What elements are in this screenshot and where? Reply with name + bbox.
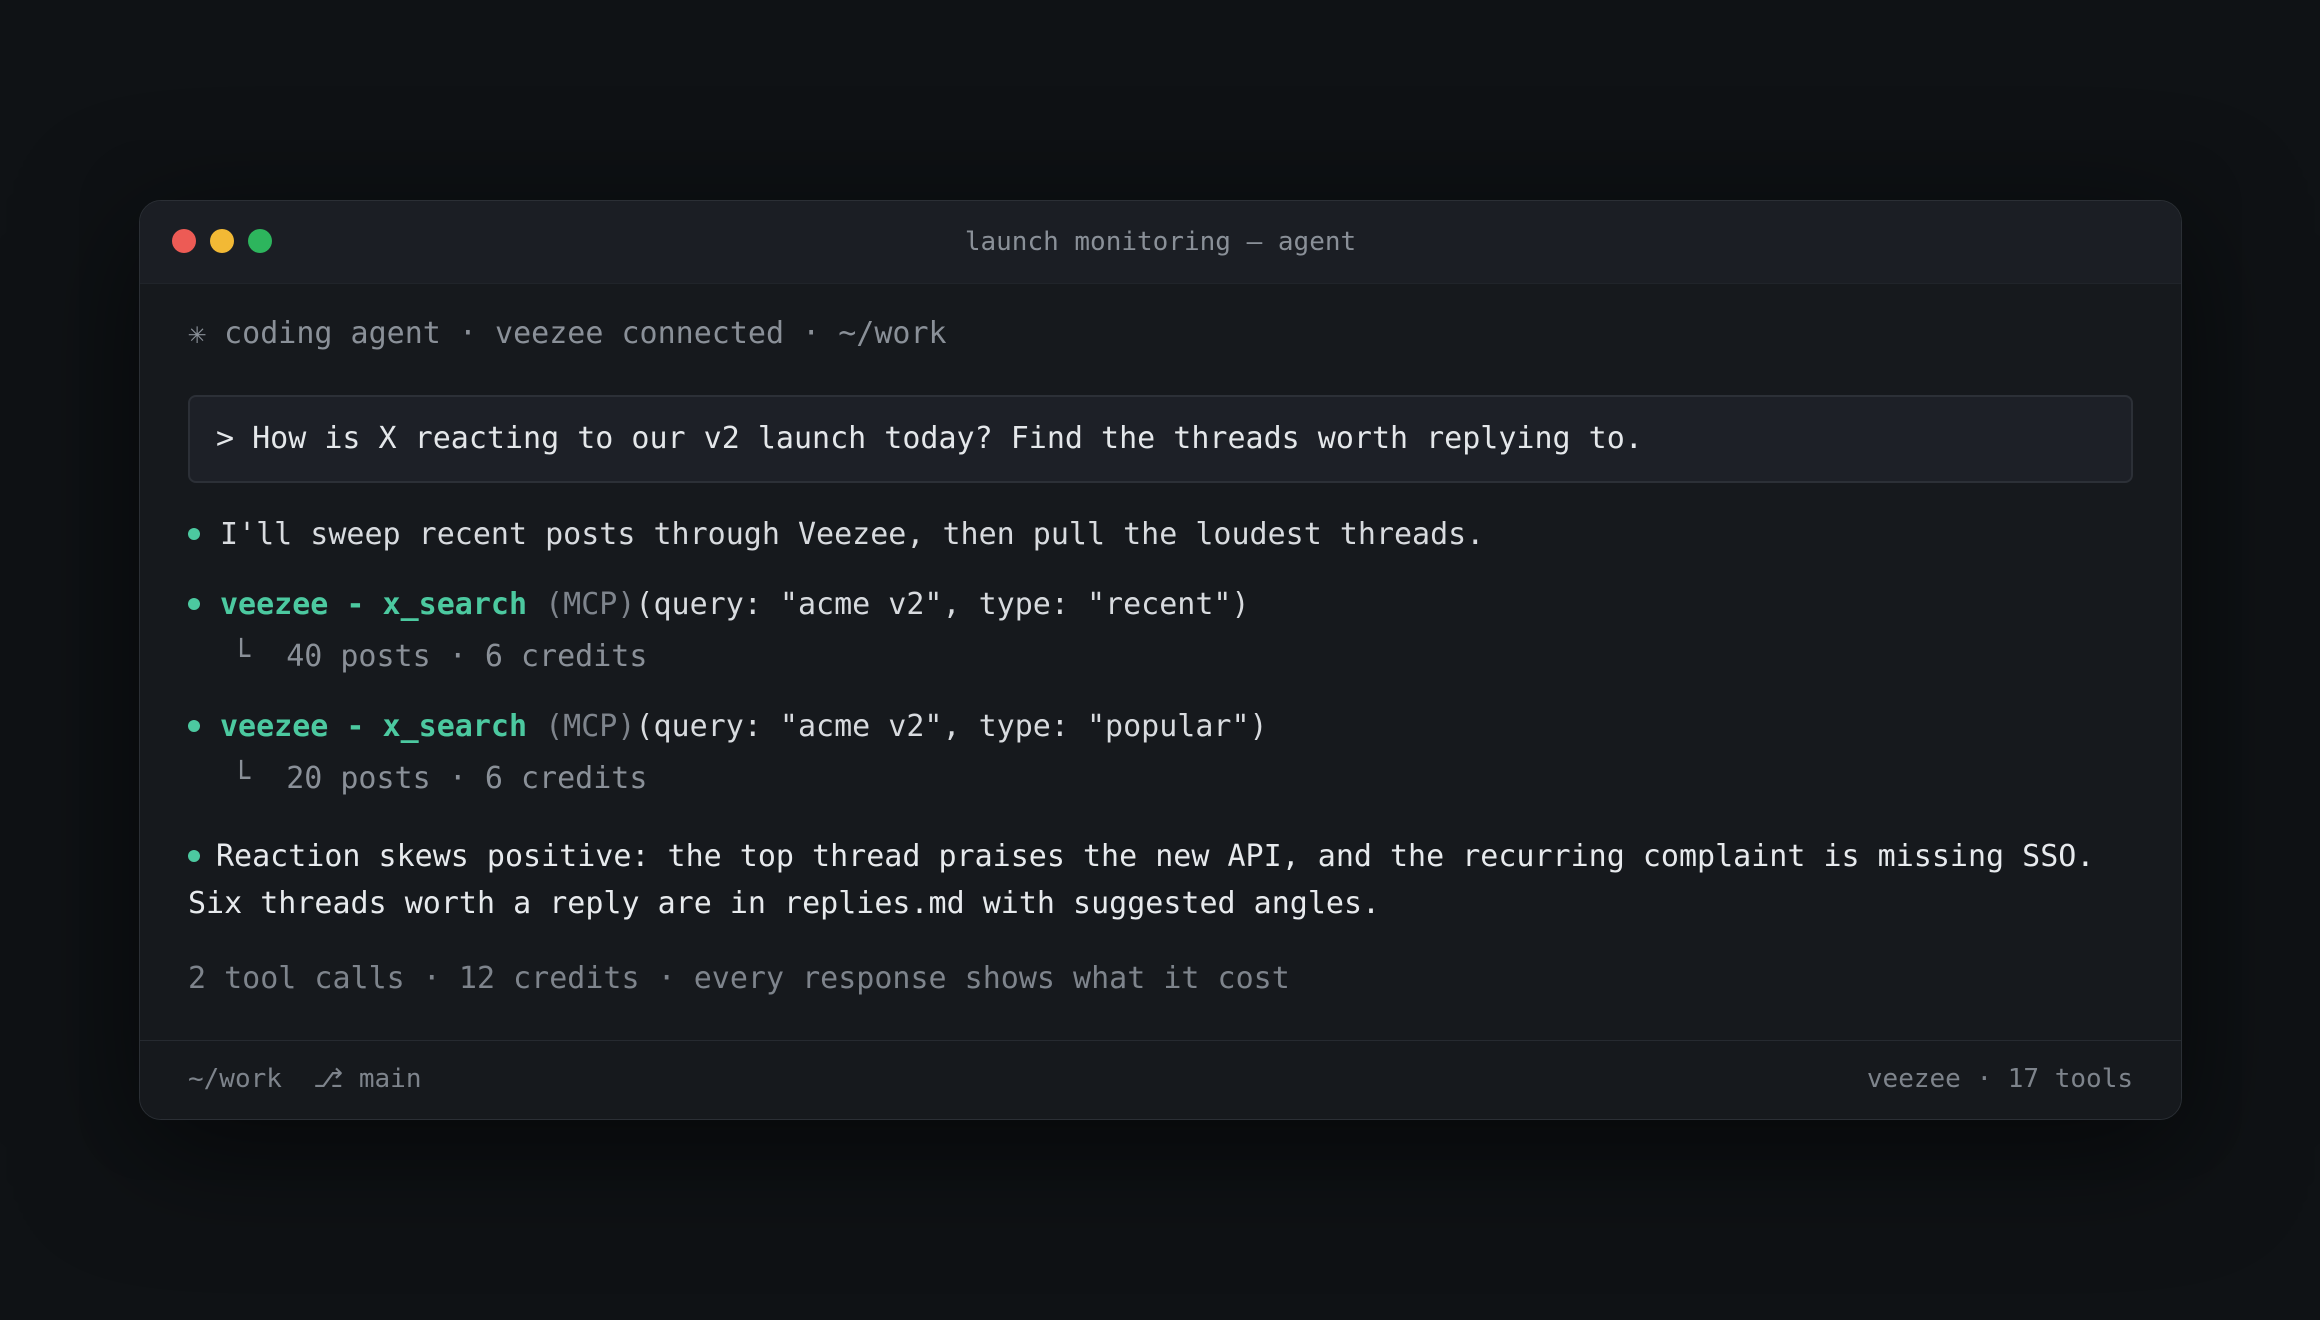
tool-result-text: 40 posts · 6 credits [286, 639, 648, 674]
cost-summary: 2 tool calls · 12 credits · every respon… [188, 961, 1290, 996]
agent-message: I'll sweep recent posts through Veezee, … [188, 515, 1484, 555]
tool-source: (MCP) [545, 709, 636, 744]
status-bar: ~/work ⎇ main veezee · 17 tools [140, 1040, 2181, 1119]
branch-label: main [358, 1064, 422, 1094]
tool-result: └ 40 posts · 6 credits [232, 637, 647, 677]
summary-line-1: Reaction skews positive: the top thread … [216, 839, 2095, 874]
agent-summary: Reaction skews positive: the top thread … [188, 837, 2094, 877]
tool-result: └ 20 posts · 6 credits [232, 759, 647, 799]
prompt-text: > How is X reacting to our v2 launch tod… [216, 421, 1643, 456]
branch-icon: ⎇ [313, 1064, 344, 1094]
tool-name: veezee - x_search [220, 709, 528, 744]
bullet-icon [188, 597, 200, 610]
tool-call: veezee - x_search (MCP)(query: "acme v2"… [188, 707, 1268, 747]
title-bar: launch monitoring — agent [140, 201, 2181, 284]
tool-source: (MCP) [545, 587, 636, 622]
tool-name: veezee - x_search [220, 587, 528, 622]
tool-args: (query: "acme v2", type: "recent") [635, 587, 1250, 622]
terminal-window: launch monitoring — agent ✳ coding agent… [139, 200, 2182, 1120]
tool-result-text: 20 posts · 6 credits [286, 761, 648, 796]
summary-line-2: Six threads worth a reply are in replies… [188, 886, 1381, 921]
session-header: ✳ coding agent · veezee connected · ~/wo… [188, 316, 947, 351]
status-right: veezee · 17 tools [1866, 1064, 2133, 1094]
cwd-label: ~/work [188, 1064, 282, 1094]
status-left: ~/work ⎇ main [188, 1061, 421, 1097]
user-prompt: > How is X reacting to our v2 launch tod… [188, 395, 2133, 483]
tool-call: veezee - x_search (MCP)(query: "acme v2"… [188, 585, 1250, 625]
tree-branch-icon: └ [232, 639, 251, 674]
window-title: launch monitoring — agent [964, 227, 1357, 257]
bullet-icon [188, 719, 200, 732]
tool-args: (query: "acme v2", type: "popular") [635, 709, 1268, 744]
tree-branch-icon: └ [232, 761, 251, 796]
agent-intro: I'll sweep recent posts through Veezee, … [220, 517, 1485, 552]
bullet-icon [188, 527, 200, 540]
bullet-icon [188, 849, 200, 862]
